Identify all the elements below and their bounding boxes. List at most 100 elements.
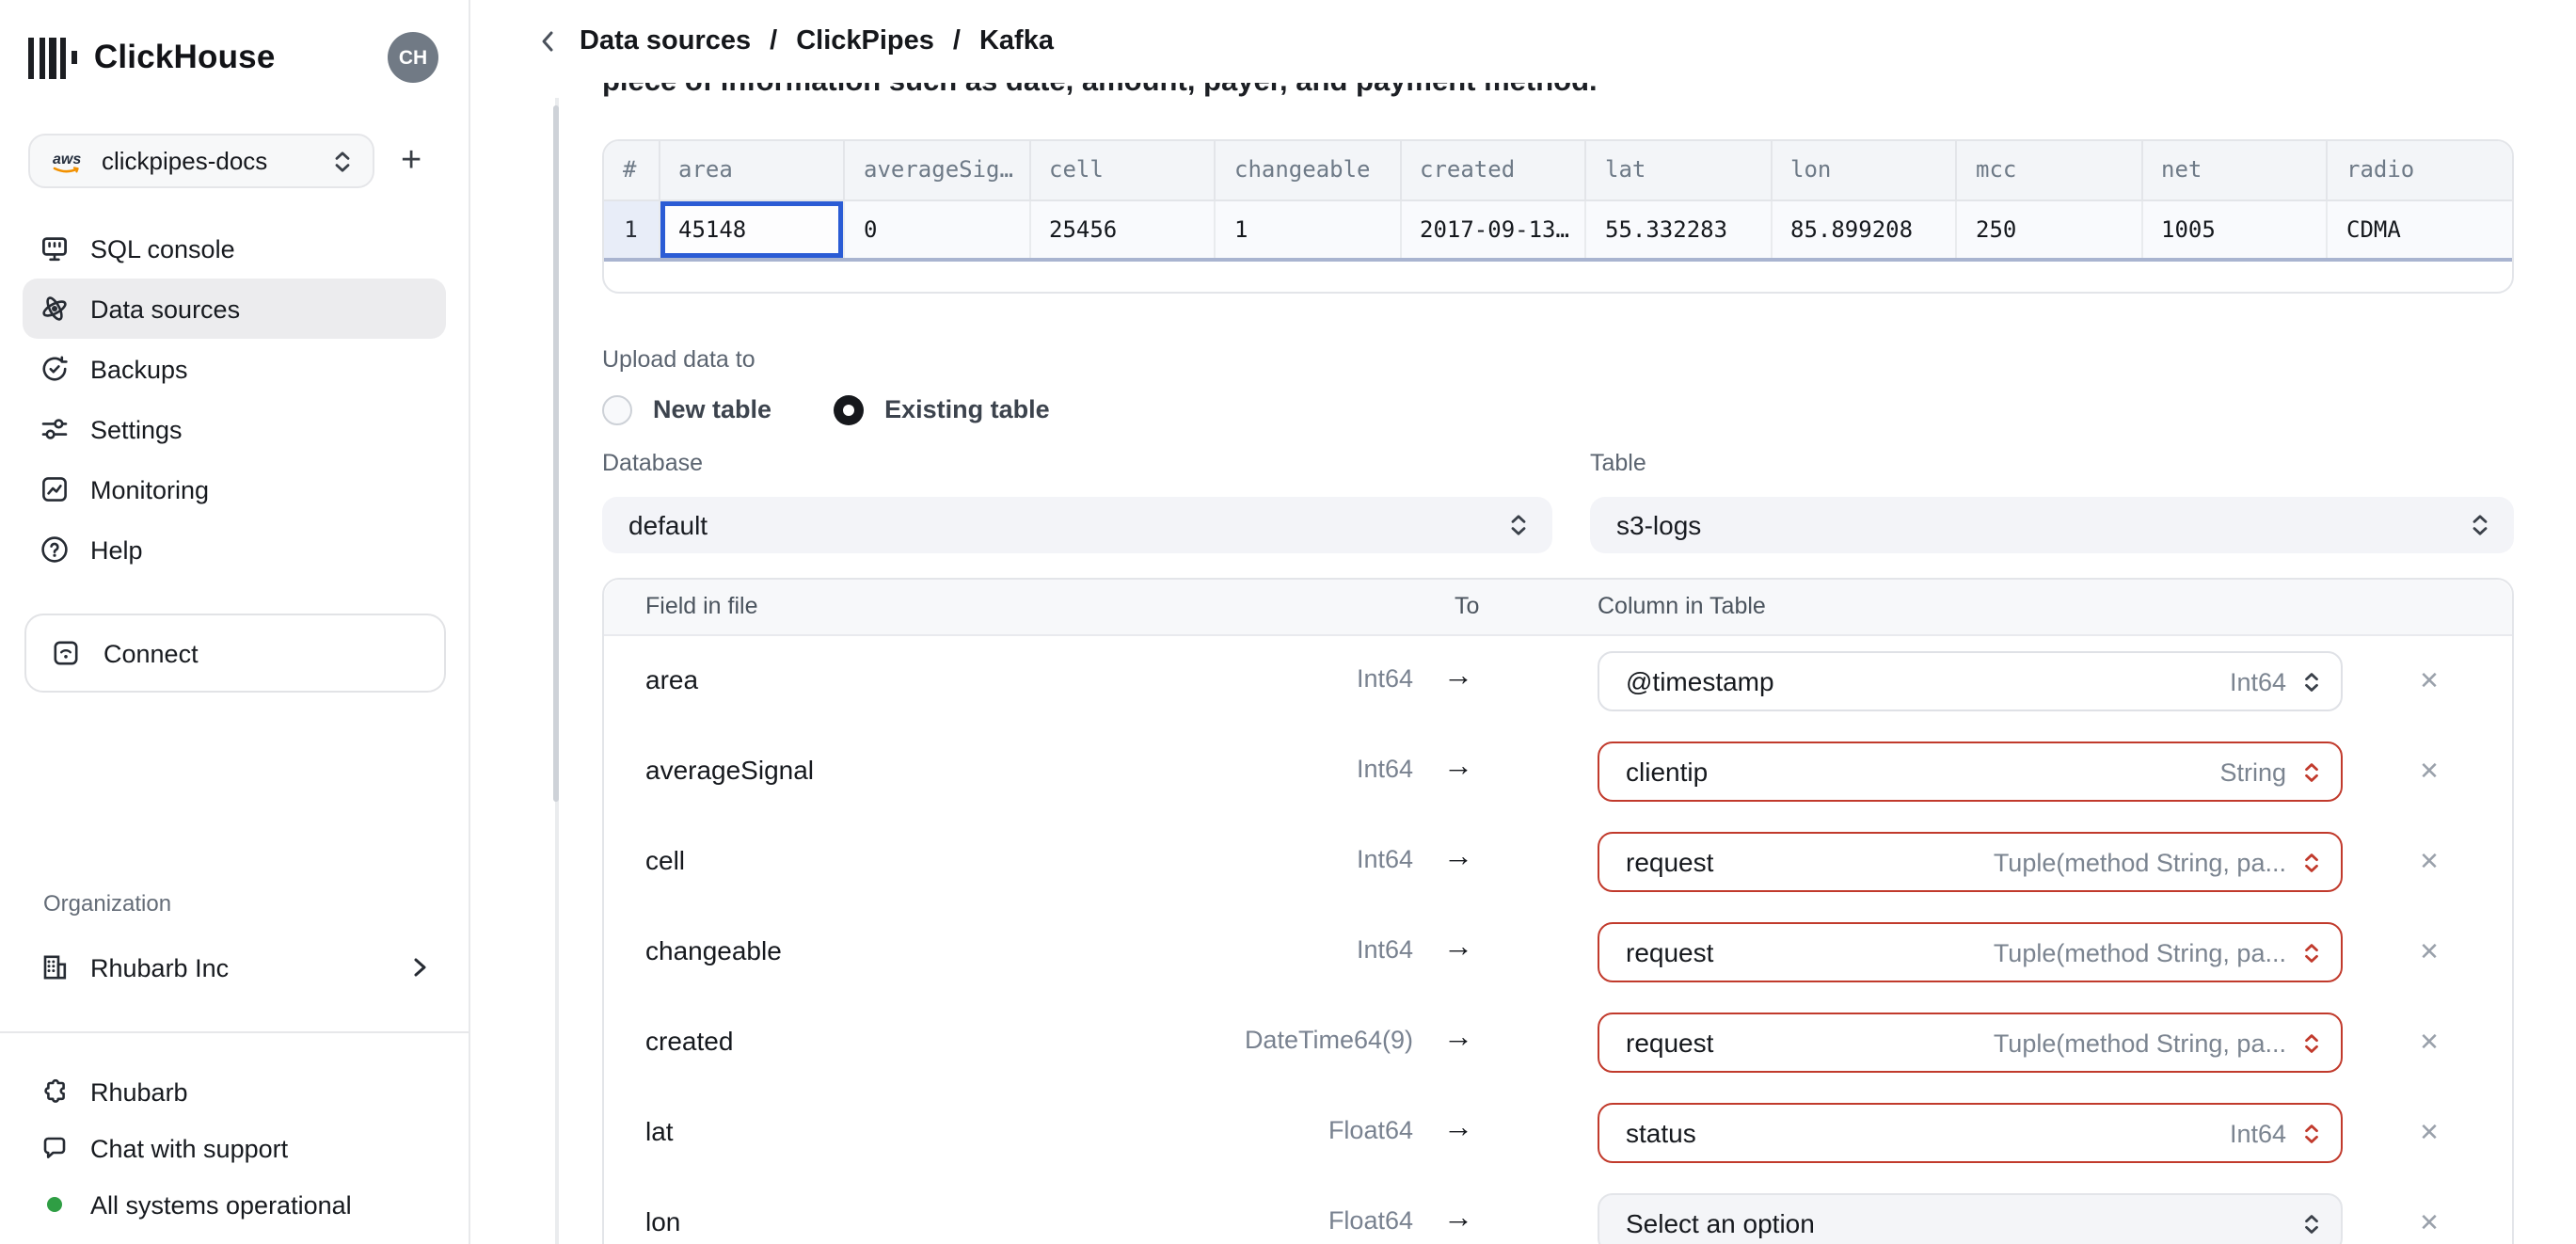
logo[interactable]: ClickHouse CH (28, 26, 446, 88)
sidebar-nav: SQL console Data sources Backups Setting… (23, 218, 446, 580)
mapping-header-field: Field in file (645, 593, 758, 619)
upload-data-to-label: Upload data to (602, 346, 755, 373)
arrow-right-icon: → (1443, 751, 1473, 783)
remove-mapping-button[interactable]: ✕ (2399, 922, 2459, 982)
back-button[interactable] (538, 28, 557, 55)
column-select[interactable]: Select an option (1598, 1193, 2343, 1244)
chevron-left-icon (542, 31, 553, 52)
field-mapping-table: Field in file To Column in Table area In… (602, 578, 2514, 1244)
sidebar-item-label: Settings (90, 415, 183, 443)
field-type: Float64 (1328, 1206, 1413, 1235)
system-status[interactable]: All systems operational (23, 1176, 446, 1233)
connect-button[interactable]: Connect (24, 614, 446, 693)
column-select[interactable]: request Tuple(method String, pa... (1598, 922, 2343, 982)
intro-text-clipped: piece of information such as date, amoun… (602, 83, 2514, 109)
col-header-mcc[interactable]: mcc (1956, 141, 2142, 200)
radio-existing-table-label[interactable]: Existing table (884, 395, 1050, 423)
column-select[interactable]: @timestamp Int64 (1598, 651, 2343, 711)
arrow-right-icon: → (1443, 1112, 1473, 1144)
selected-cell[interactable]: 45148 (659, 199, 845, 262)
organization-label: Organization (43, 890, 172, 917)
mapping-row: lon Float64 → Select an option ✕ (604, 1178, 2512, 1244)
table-cell[interactable]: 2017-09-13… (1400, 199, 1586, 262)
radio-new-table-label[interactable]: New table (653, 395, 771, 423)
col-header-area[interactable]: area (659, 141, 845, 200)
sidebar: ClickHouse CH aws clickpipes-docs + SQL … (0, 0, 470, 1244)
sidebar-item-chat-support[interactable]: Chat with support (23, 1120, 446, 1176)
database-select[interactable]: default (602, 497, 1552, 553)
sidebar-item-label: Data sources (90, 295, 241, 323)
sidebar-item-rhubarb[interactable]: Rhubarb (23, 1063, 446, 1120)
column-select[interactable]: clientip String (1598, 742, 2343, 802)
column-value: clientip (1626, 757, 1709, 787)
table-cell[interactable]: 55.332283 (1585, 199, 1772, 262)
sidebar-item-sql-console[interactable]: SQL console (23, 218, 446, 279)
organization-name: Rhubarb Inc (90, 953, 230, 981)
data-sources-icon (42, 296, 67, 321)
sidebar-item-data-sources[interactable]: Data sources (23, 279, 446, 339)
col-header-changeable[interactable]: changeable (1215, 141, 1401, 200)
col-header-cell[interactable]: cell (1029, 141, 1216, 200)
col-header-radio[interactable]: radio (2327, 141, 2512, 200)
remove-mapping-button[interactable]: ✕ (2399, 832, 2459, 892)
remove-mapping-button[interactable]: ✕ (2399, 1103, 2459, 1163)
sidebar-item-label: Help (90, 535, 143, 564)
chat-icon (43, 1137, 66, 1158)
chevron-updown-icon (2305, 1214, 2318, 1233)
remove-mapping-button[interactable]: ✕ (2399, 1193, 2459, 1244)
avatar[interactable]: CH (388, 32, 438, 83)
row-number-cell: 1 (604, 199, 660, 262)
column-type: Tuple(method String, pa... (1993, 848, 2286, 876)
puzzle-icon (44, 1078, 65, 1103)
column-select[interactable]: request Tuple(method String, pa... (1598, 832, 2343, 892)
chevron-updown-icon (2305, 853, 2318, 871)
table-cell[interactable]: 1005 (2141, 199, 2328, 262)
table-cell[interactable]: 1 (1215, 199, 1401, 262)
mapping-header-row: Field in file To Column in Table (604, 580, 2512, 636)
table-cell[interactable]: 25456 (1029, 199, 1216, 262)
chevron-updown-icon (2305, 943, 2318, 962)
column-type: Int64 (2229, 1119, 2286, 1147)
breadcrumb-data-sources[interactable]: Data sources (580, 26, 751, 56)
sidebar-item-help[interactable]: Help (23, 519, 446, 580)
col-header-created[interactable]: created (1400, 141, 1586, 200)
remove-mapping-button[interactable]: ✕ (2399, 651, 2459, 711)
breadcrumb-separator: / (952, 26, 961, 56)
sidebar-item-settings[interactable]: Settings (23, 399, 446, 459)
intro-text: piece of information such as date, amoun… (602, 83, 2514, 104)
page-header: Data sources / ClickPipes / Kafka (470, 0, 2576, 83)
column-select[interactable]: request Tuple(method String, pa... (1598, 1013, 2343, 1073)
help-icon (41, 536, 68, 563)
col-header-lat[interactable]: lat (1585, 141, 1772, 200)
field-name: cell (645, 845, 686, 875)
sidebar-item-monitoring[interactable]: Monitoring (23, 459, 446, 519)
table-select[interactable]: s3-logs (1590, 497, 2514, 553)
col-header-net[interactable]: net (2141, 141, 2328, 200)
col-header-averagesignal[interactable]: averageSig… (844, 141, 1030, 200)
chevron-updown-icon (335, 151, 350, 171)
sidebar-item-backups[interactable]: Backups (23, 339, 446, 399)
mapping-header-to: To (1455, 593, 1480, 619)
remove-mapping-button[interactable]: ✕ (2399, 1013, 2459, 1073)
col-header-lon[interactable]: lon (1771, 141, 1957, 200)
radio-new-table[interactable] (602, 394, 632, 424)
organization-switcher[interactable]: Rhubarb Inc (23, 939, 446, 996)
breadcrumb-clickpipes[interactable]: ClickPipes (796, 26, 934, 56)
table-cell[interactable]: 250 (1956, 199, 2142, 262)
chevron-updown-icon (1511, 515, 1526, 535)
sidebar-item-label: Chat with support (90, 1134, 289, 1162)
field-name: averageSignal (645, 755, 815, 785)
service-selector[interactable]: aws clickpipes-docs (28, 134, 374, 188)
column-select[interactable]: status Int64 (1598, 1103, 2343, 1163)
clickhouse-logo-icon (28, 37, 77, 78)
sidebar-item-label: SQL console (90, 234, 235, 263)
table-cell[interactable]: 85.899208 (1771, 199, 1957, 262)
breadcrumb-kafka: Kafka (978, 26, 1054, 56)
chevron-updown-icon (2473, 515, 2488, 535)
radio-existing-table[interactable] (834, 394, 865, 424)
field-name: lon (645, 1206, 681, 1236)
table-cell[interactable]: CDMA (2327, 199, 2512, 262)
table-cell[interactable]: 0 (844, 199, 1030, 262)
add-service-button[interactable]: + (401, 143, 421, 179)
remove-mapping-button[interactable]: ✕ (2399, 742, 2459, 802)
